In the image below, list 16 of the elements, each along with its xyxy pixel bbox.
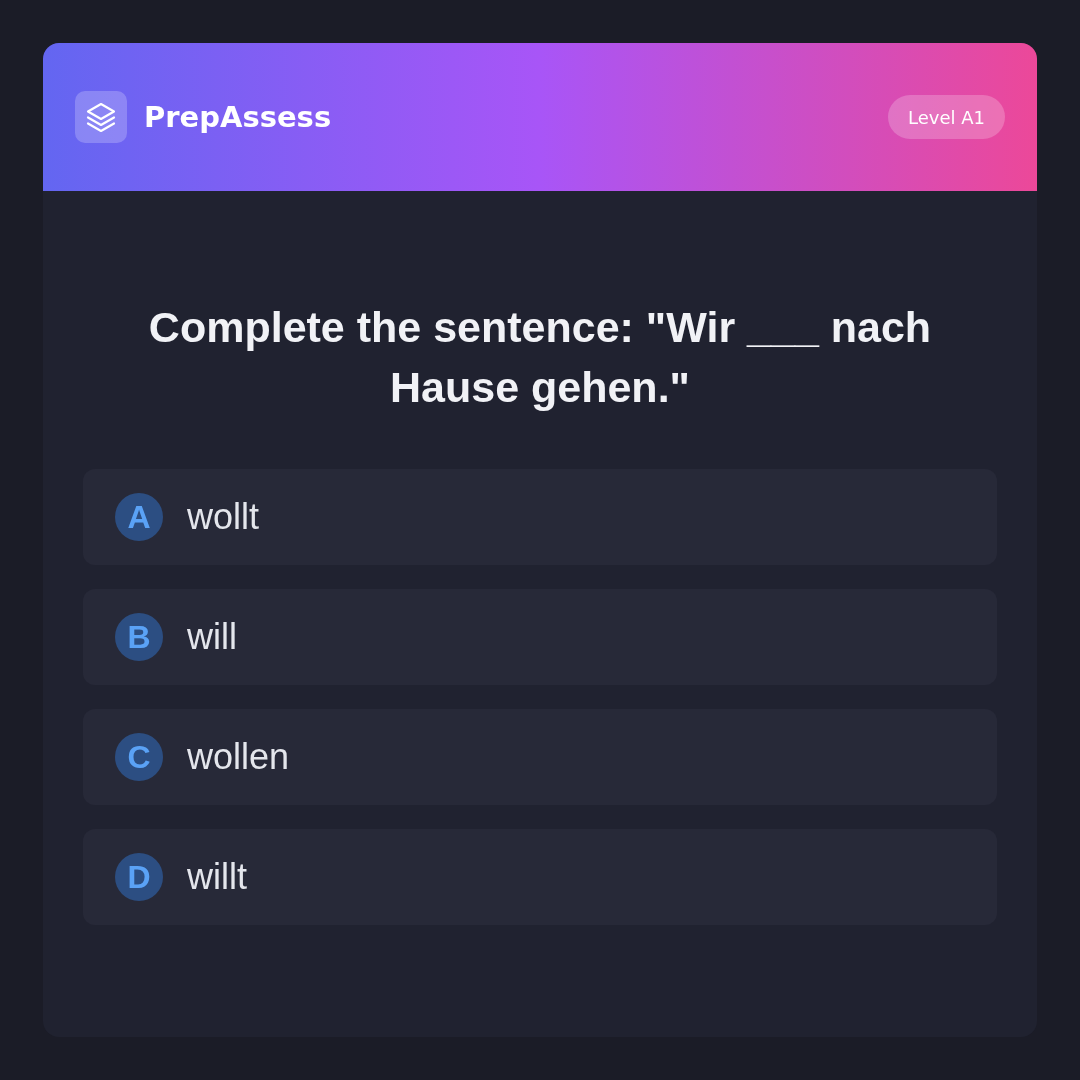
option-text: wollt xyxy=(187,496,260,538)
option-letter: B xyxy=(115,613,163,661)
app-name: PrepAssess xyxy=(144,100,332,134)
option-text: will xyxy=(187,616,237,658)
answer-option[interactable]: A wollt xyxy=(83,469,997,565)
layers-icon xyxy=(75,91,127,143)
option-letter: C xyxy=(115,733,163,781)
question-text: Complete the sentence: "Wir ___ nach Hause gehen." xyxy=(147,302,933,413)
answer-option[interactable]: B will xyxy=(83,589,997,685)
option-letter: D xyxy=(115,853,163,901)
answer-option[interactable]: D willt xyxy=(83,829,997,925)
option-letter: A xyxy=(115,493,163,541)
level-badge: Level A1 xyxy=(888,95,1005,139)
answer-option[interactable]: C wollen xyxy=(83,709,997,805)
option-text: willt xyxy=(187,856,247,898)
option-text: wollen xyxy=(187,736,290,778)
